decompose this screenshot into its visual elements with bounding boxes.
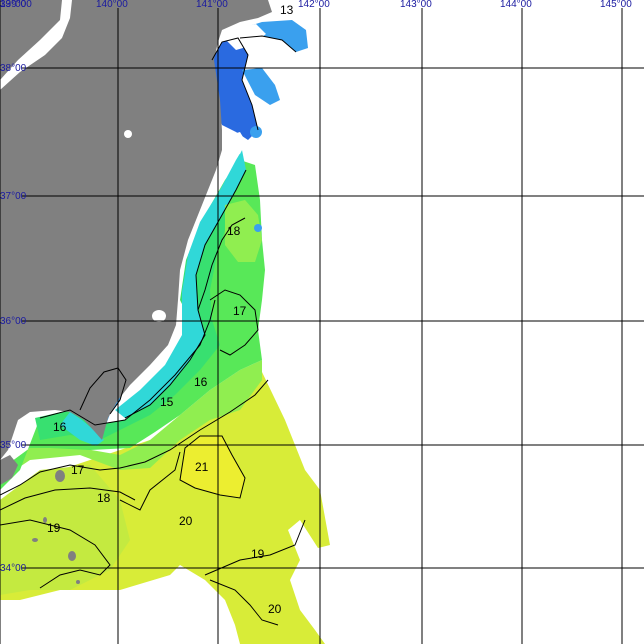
island-mikura (76, 580, 80, 584)
isotherm-label: 19 (47, 521, 61, 535)
lat-label-34: 34°00 (0, 563, 27, 574)
isotherm-label: 16 (194, 375, 208, 389)
lake (152, 310, 166, 322)
isotherm-label: 20 (179, 514, 193, 528)
sea-surface-temperature-map: 139°00 140°00 141°00 142°00 143°00 144°0… (0, 0, 644, 644)
lon-label-143: 143°00 (400, 0, 432, 10)
temp-spot (254, 224, 262, 232)
island-niijima (32, 538, 38, 542)
lat-label-35: 35°00 (0, 440, 27, 451)
lon-label-140: 140°00 (96, 0, 128, 10)
lat-label-39: 39°00 (0, 0, 27, 10)
isotherm-label: 15 (160, 395, 174, 409)
lon-label-142: 142°00 (298, 0, 330, 10)
island-miyake (68, 551, 76, 561)
isotherm-label: 16 (53, 420, 67, 434)
lat-label-37: 37°00 (0, 191, 27, 202)
map-canvas: 139°00 140°00 141°00 142°00 143°00 144°0… (0, 0, 644, 644)
isotherm-label: 13 (280, 3, 294, 17)
lat-label-36: 36°00 (0, 316, 27, 327)
isotherm-label: 18 (227, 224, 241, 238)
island-small (124, 130, 132, 138)
temp-spot-north (250, 126, 262, 138)
isotherm-label: 19 (251, 547, 265, 561)
isotherm-label: 18 (97, 491, 111, 505)
lon-label-144: 144°00 (500, 0, 532, 10)
lon-label-141: 141°00 (196, 0, 228, 10)
lat-label-38: 38°00 (0, 63, 27, 74)
isotherm-label: 17 (71, 463, 85, 477)
lon-label-145: 145°00 (600, 0, 632, 10)
isotherm-label: 17 (233, 304, 247, 318)
isotherm-label: 21 (195, 460, 209, 474)
isotherm-label: 20 (268, 602, 282, 616)
island-oshima (55, 470, 65, 482)
